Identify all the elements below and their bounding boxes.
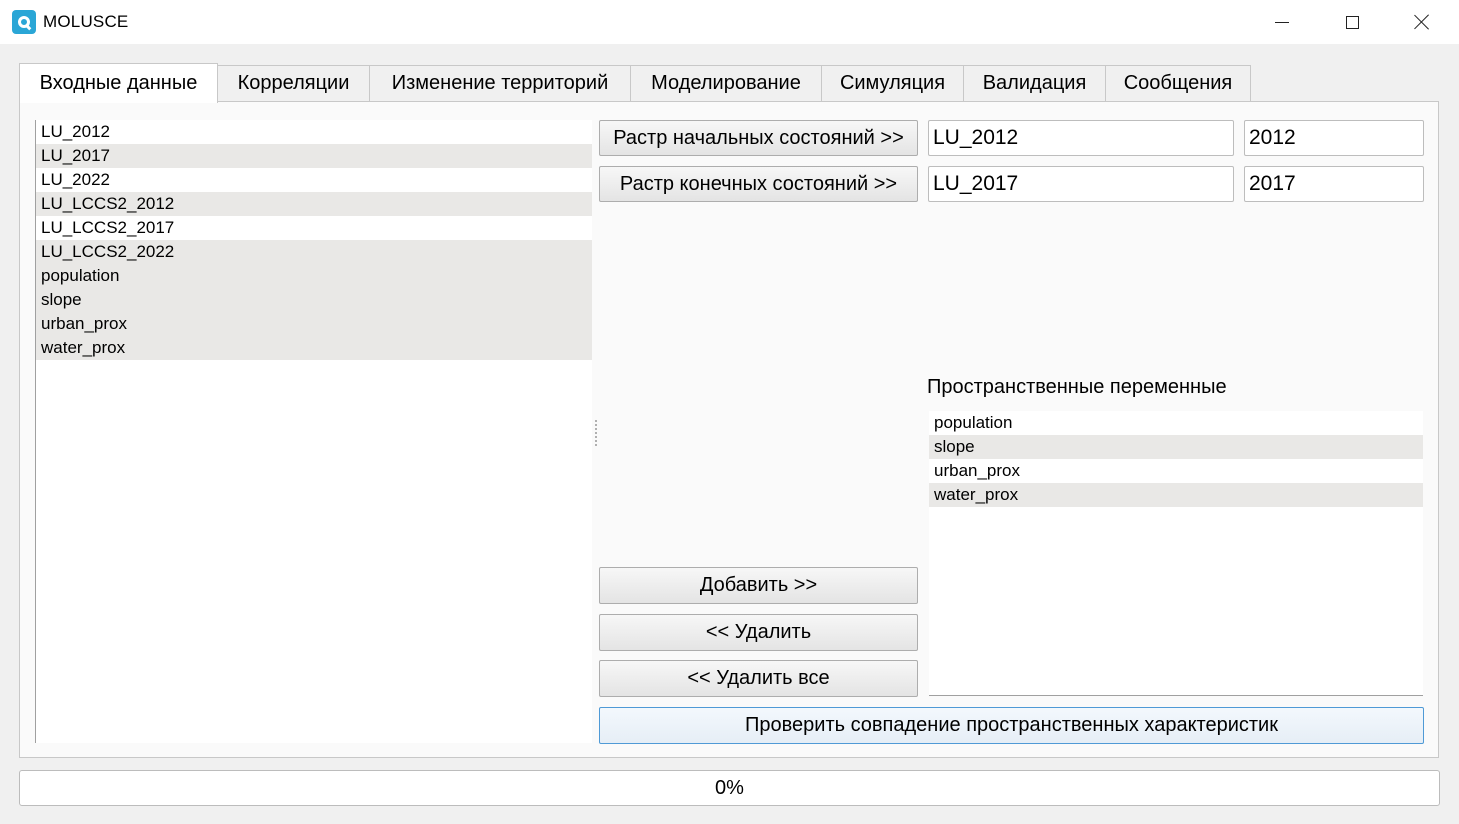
final-state-button[interactable]: Растр конечных состояний >>	[599, 166, 918, 202]
splitter-handle[interactable]	[595, 420, 599, 446]
list-item[interactable]: LU_2022	[36, 168, 592, 192]
tab-messages[interactable]: Сообщения	[1105, 65, 1251, 101]
close-icon	[1414, 14, 1430, 30]
tab-validation[interactable]: Валидация	[963, 65, 1106, 101]
title-bar: MOLUSCE	[0, 0, 1459, 44]
list-item[interactable]: slope	[929, 435, 1423, 459]
list-item[interactable]: LU_LCCS2_2012	[36, 192, 592, 216]
maximize-button[interactable]	[1317, 0, 1387, 44]
maximize-icon	[1345, 15, 1359, 29]
list-item[interactable]: water_prox	[929, 483, 1423, 507]
initial-state-button[interactable]: Растр начальных состояний >>	[599, 120, 918, 156]
initial-layer-field[interactable]: LU_2012	[928, 120, 1234, 156]
list-item[interactable]: population	[36, 264, 592, 288]
layers-list[interactable]: LU_2012 LU_2017 LU_2022 LU_LCCS2_2012 LU…	[35, 120, 592, 743]
tab-correlations[interactable]: Корреляции	[217, 65, 370, 101]
minimize-icon	[1275, 21, 1289, 23]
tab-modeling[interactable]: Моделирование	[630, 65, 822, 101]
list-item[interactable]: urban_prox	[36, 312, 592, 336]
list-item[interactable]: slope	[36, 288, 592, 312]
tab-simulation[interactable]: Симуляция	[821, 65, 964, 101]
add-button[interactable]: Добавить >>	[599, 567, 918, 604]
initial-year-field[interactable]: 2012	[1244, 120, 1424, 156]
minimize-button[interactable]	[1247, 0, 1317, 44]
list-item[interactable]: LU_2017	[36, 144, 592, 168]
list-item[interactable]: urban_prox	[929, 459, 1423, 483]
spatial-vars-list[interactable]: population slope urban_prox water_prox	[929, 411, 1423, 696]
tab-area-change[interactable]: Изменение территорий	[369, 65, 631, 101]
spatial-vars-label: Пространственные переменные	[927, 376, 1227, 398]
remove-all-button[interactable]: << Удалить все	[599, 660, 918, 697]
progress-bar: 0%	[19, 770, 1440, 806]
list-item[interactable]: water_prox	[36, 336, 592, 360]
final-layer-field[interactable]: LU_2017	[928, 166, 1234, 202]
list-item[interactable]: LU_2012	[36, 120, 592, 144]
list-item[interactable]: LU_LCCS2_2017	[36, 216, 592, 240]
q-logo-icon	[12, 10, 36, 34]
final-year-field[interactable]: 2017	[1244, 166, 1424, 202]
close-button[interactable]	[1387, 0, 1457, 44]
remove-button[interactable]: << Удалить	[599, 614, 918, 651]
list-item[interactable]: population	[929, 411, 1423, 435]
progress-text: 0%	[715, 776, 744, 799]
tab-input-data[interactable]: Входные данные	[19, 63, 218, 103]
check-geometry-button[interactable]: Проверить совпадение пространственных ха…	[599, 707, 1424, 744]
window-title: MOLUSCE	[43, 12, 129, 31]
list-item[interactable]: LU_LCCS2_2022	[36, 240, 592, 264]
